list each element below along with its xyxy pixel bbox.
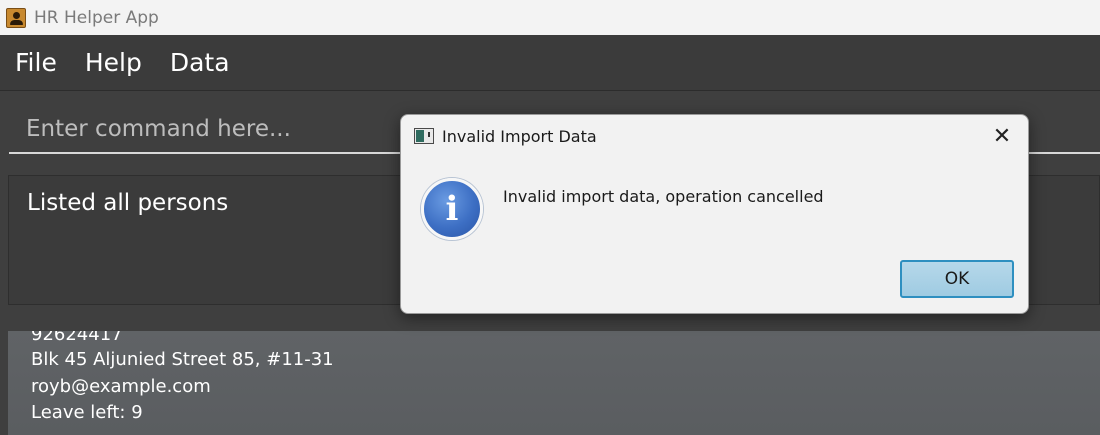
window-title: HR Helper App (34, 7, 159, 28)
dialog-title: Invalid Import Data (442, 126, 597, 146)
menu-file[interactable]: File (0, 48, 71, 77)
app-icon (6, 7, 26, 28)
person-phone: 92624417 (31, 331, 123, 345)
invalid-import-dialog: Invalid Import Data ✕ i Invalid import d… (400, 114, 1029, 314)
divider (0, 315, 1100, 331)
person-email: royb@example.com (31, 376, 211, 397)
window-titlebar: HR Helper App (0, 0, 1100, 35)
dialog-titlebar: Invalid Import Data (401, 115, 1028, 157)
menu-data[interactable]: Data (156, 48, 244, 77)
menu-help[interactable]: Help (71, 48, 156, 77)
person-leave: Leave left: 9 (31, 402, 143, 423)
ok-button[interactable]: OK (900, 260, 1014, 298)
result-text: Listed all persons (27, 190, 229, 216)
person-card[interactable]: 92624417 Blk 45 Aljunied Street 85, #11-… (8, 331, 1100, 435)
dialog-message: Invalid import data, operation cancelled (503, 187, 824, 206)
close-icon[interactable]: ✕ (990, 124, 1014, 149)
info-icon: i (421, 178, 483, 240)
menu-bar: File Help Data (0, 35, 1100, 91)
window-icon (414, 128, 434, 144)
person-address: Blk 45 Aljunied Street 85, #11-31 (31, 349, 334, 370)
